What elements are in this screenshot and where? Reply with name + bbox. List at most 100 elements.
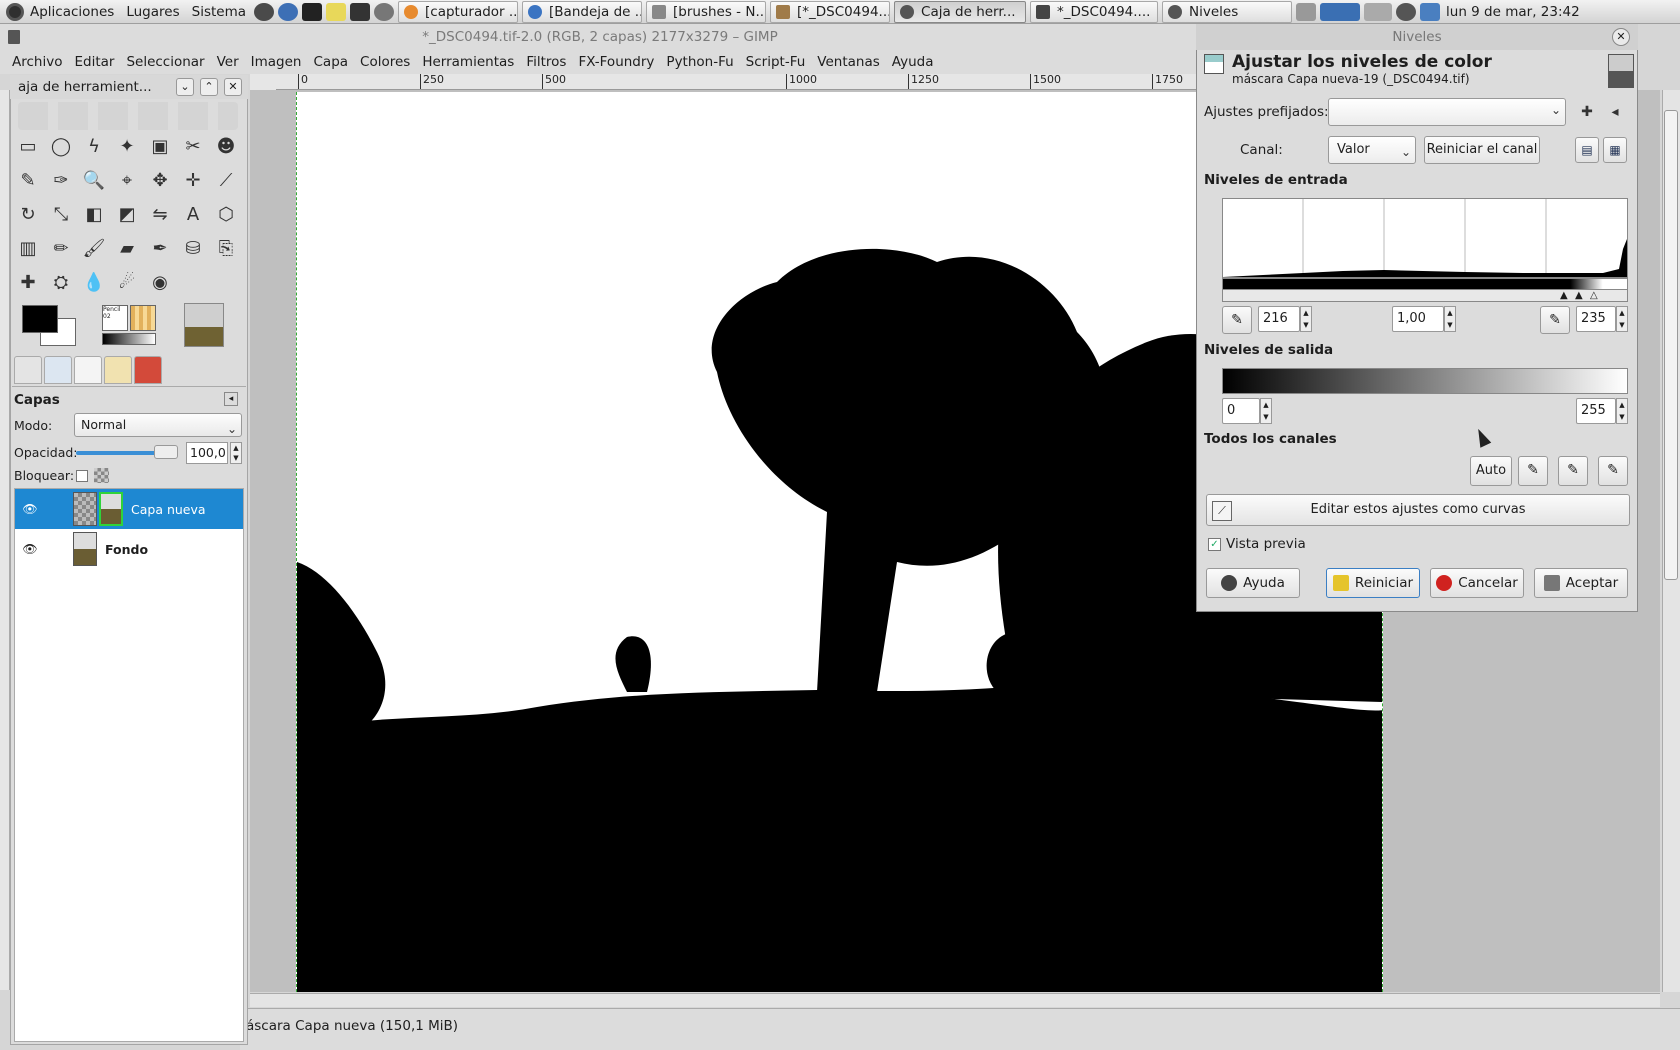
help-button[interactable]: Ayuda (1206, 568, 1300, 598)
vertical-scroll-thumb[interactable] (1664, 110, 1678, 580)
linear-histogram-icon[interactable]: ▤ (1575, 137, 1599, 163)
eye-icon[interactable]: 👁 (15, 542, 45, 556)
layer-row[interactable]: 👁 Fondo (15, 529, 243, 569)
opacity-field[interactable]: 100,0 (186, 442, 228, 464)
close-icon[interactable]: ✕ (224, 78, 242, 96)
panel-menu-icon[interactable]: ◂ (224, 392, 238, 406)
menu-capa[interactable]: Capa (308, 54, 355, 70)
tool-dodge-burn-icon[interactable]: ◉ (146, 268, 174, 296)
menu-fx-foundry[interactable]: FX-Foundry (572, 54, 660, 70)
tool-paths-icon[interactable]: ✎ (14, 166, 42, 194)
presets-combo[interactable]: ⌄ (1328, 98, 1566, 126)
tool-paintbrush-icon[interactable]: 🖌 (80, 234, 108, 262)
tool-foreground-select-icon[interactable]: ☻ (212, 132, 240, 160)
task-button[interactable]: [Bandeja de ... (522, 0, 643, 23)
output-high-field[interactable]: 255 (1576, 398, 1616, 424)
tool-ink-icon[interactable]: ⛁ (179, 234, 207, 262)
task-button[interactable]: *_DSC0494.... (1030, 0, 1159, 23)
workspace-switcher[interactable] (1320, 2, 1361, 21)
lock-alpha-icon[interactable] (94, 468, 109, 483)
tool-ellipse-select-icon[interactable]: ◯ (47, 132, 75, 160)
tool-text-icon[interactable]: A (179, 200, 207, 228)
cancel-button[interactable]: Cancelar (1430, 568, 1524, 598)
edit-as-curves-button[interactable]: Editar estos ajustes como curvas (1206, 494, 1630, 526)
input-high-spin[interactable]: ▲ ▼ (1616, 306, 1628, 332)
tool-scissors-icon[interactable]: ✂ (179, 132, 207, 160)
output-low-spin[interactable]: ▲ ▼ (1260, 398, 1272, 424)
black-point-handle[interactable]: ▲ (1560, 290, 1568, 301)
chain-toggle[interactable] (45, 489, 73, 529)
opacity-spin-buttons[interactable]: ▲ ▼ (230, 442, 242, 464)
tool-perspective-icon[interactable]: ◩ (113, 200, 141, 228)
update-icon[interactable] (1396, 2, 1417, 21)
menu-colores[interactable]: Colores (354, 54, 416, 70)
gamma-spin[interactable]: ▲ ▼ (1444, 306, 1456, 332)
layer-name[interactable]: Fondo (105, 542, 148, 557)
menu-python-fu[interactable]: Python-Fu (660, 54, 739, 70)
tool-fuzzy-select-icon[interactable]: ✦ (113, 132, 141, 160)
task-button[interactable]: Niveles (1162, 0, 1293, 23)
pick-white-icon[interactable]: ✎ (1598, 456, 1628, 486)
tool-scale-icon[interactable]: ⤡ (47, 200, 75, 228)
output-high-spin[interactable]: ▲ ▼ (1616, 398, 1628, 424)
tool-perspective-clone-icon[interactable]: ⛭ (47, 268, 75, 296)
output-slider[interactable] (1222, 368, 1628, 394)
tool-measure-icon[interactable]: ⌖ (113, 166, 141, 194)
tool-crop-icon[interactable]: ⟋ (212, 166, 240, 194)
reset-button[interactable]: Reiniciar (1326, 568, 1420, 598)
applications-menu[interactable]: Aplicaciones (0, 0, 120, 24)
tab-tool-options[interactable] (14, 356, 42, 384)
tool-flip-icon[interactable]: ⇋ (146, 200, 174, 228)
printer-icon[interactable] (1296, 2, 1317, 21)
preview-label[interactable]: Vista previa (1226, 536, 1306, 552)
gamma-field[interactable]: 1,00 (1392, 306, 1444, 332)
layer-mode-select[interactable]: Normal ⌄ (74, 413, 242, 437)
chevron-up-icon[interactable]: ⌃ (200, 78, 218, 96)
menu-seleccionar[interactable]: Seleccionar (120, 54, 210, 70)
add-preset-icon[interactable]: ✚ (1576, 102, 1598, 124)
system-menu[interactable]: Sistema (186, 0, 252, 24)
network-icon[interactable] (1420, 2, 1441, 21)
vertical-ruler[interactable] (0, 90, 10, 990)
output-low-field[interactable]: 0 (1222, 398, 1260, 424)
tab-undo-history[interactable] (104, 356, 132, 384)
log-histogram-icon[interactable]: ▦ (1603, 137, 1627, 163)
menu-script-fu[interactable]: Script-Fu (740, 54, 812, 70)
brush-preview[interactable]: Pencil 02 (102, 305, 128, 331)
gradient-preview[interactable] (102, 333, 156, 345)
input-histogram[interactable] (1222, 198, 1628, 278)
black-eyedropper-button[interactable]: ✎ (1222, 306, 1252, 334)
mail-launcher-icon[interactable] (350, 2, 371, 21)
layer-row[interactable]: 👁 Capa nueva (15, 489, 243, 529)
gimp-launcher-icon[interactable] (254, 2, 275, 21)
white-eyedropper-button[interactable]: ✎ (1540, 306, 1570, 334)
tool-heal-icon[interactable]: ✚ (14, 268, 42, 296)
tool-free-select-icon[interactable]: ϟ (80, 132, 108, 160)
foreground-color-swatch[interactable] (22, 305, 58, 333)
pattern-preview[interactable] (130, 305, 156, 331)
chevron-down-icon[interactable]: ⌄ (176, 78, 194, 96)
layer-mask-thumbnail[interactable] (99, 492, 123, 526)
tool-smudge-icon[interactable]: ☄ (113, 268, 141, 296)
reset-channel-button[interactable]: Reiniciar el canal (1424, 136, 1540, 164)
horizontal-ruler[interactable]: 0 250 500 1000 1250 1500 1750 (276, 74, 1200, 90)
tool-color-select-icon[interactable]: ▣ (146, 132, 174, 160)
workspace-switcher-2[interactable] (1364, 2, 1393, 21)
input-slider[interactable]: ▲ ▲ △ (1222, 290, 1628, 302)
task-button[interactable]: [*_DSC0494... (770, 0, 891, 23)
tool-airbrush-icon[interactable]: ✒ (146, 234, 174, 262)
ok-button[interactable]: Aceptar (1534, 568, 1628, 598)
layer-name[interactable]: Capa nueva (131, 502, 206, 517)
auto-button[interactable]: Auto (1470, 456, 1512, 486)
channel-combo[interactable]: Valor ⌄ (1328, 136, 1416, 164)
active-image-thumbnail[interactable] (184, 303, 224, 347)
menu-ayuda[interactable]: Ayuda (886, 54, 940, 70)
ruler-corner[interactable] (250, 74, 276, 90)
menu-filtros[interactable]: Filtros (520, 54, 572, 70)
tool-rect-select-icon[interactable]: ▭ (14, 132, 42, 160)
input-high-field[interactable]: 235 (1576, 306, 1616, 332)
tool-shear-icon[interactable]: ◧ (80, 200, 108, 228)
tool-pencil-icon[interactable]: ✏ (47, 234, 75, 262)
menu-archivo[interactable]: Archivo (6, 54, 68, 70)
tool-color-picker-icon[interactable]: ✑ (47, 166, 75, 194)
